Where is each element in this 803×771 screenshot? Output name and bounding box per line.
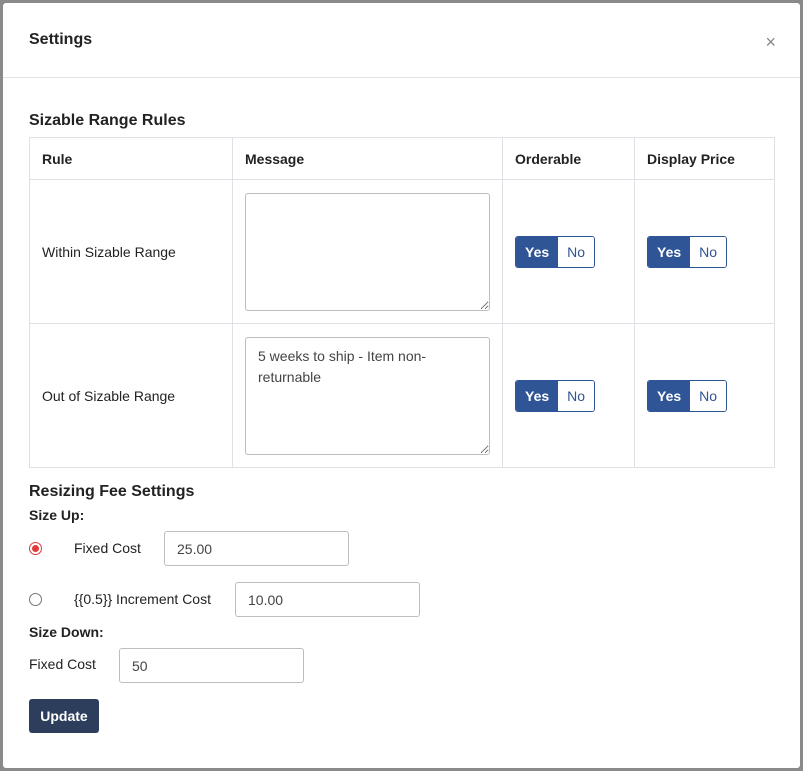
size-down-label: Size Down: bbox=[29, 624, 104, 640]
display-price-yes-button[interactable]: Yes bbox=[648, 236, 691, 267]
orderable-toggle: Yes No bbox=[515, 235, 596, 268]
column-header-message: Message bbox=[232, 137, 503, 180]
update-button[interactable]: Update bbox=[29, 699, 99, 733]
column-header-display-price: Display Price bbox=[634, 137, 775, 180]
orderable-no-button[interactable]: No bbox=[558, 380, 595, 411]
settings-modal: Settings × Sizable Range Rules Rule Mess… bbox=[3, 3, 800, 768]
display-price-no-button[interactable]: No bbox=[690, 380, 727, 411]
display-price-toggle: Yes No bbox=[647, 235, 728, 268]
rule-cell: Out of Sizable Range bbox=[29, 323, 233, 468]
resizing-fee-title: Resizing Fee Settings bbox=[29, 483, 195, 500]
message-cell bbox=[232, 179, 503, 324]
modal-title: Settings bbox=[29, 31, 93, 48]
table-row: Out of Sizable Range 5 weeks to ship - I… bbox=[29, 323, 775, 468]
orderable-cell: Yes No bbox=[502, 179, 635, 324]
message-textarea[interactable]: 5 weeks to ship - Item non-returnable bbox=[245, 336, 490, 455]
display-price-no-button[interactable]: No bbox=[690, 236, 727, 267]
message-textarea[interactable] bbox=[245, 192, 490, 311]
orderable-yes-button[interactable]: Yes bbox=[516, 380, 559, 411]
table-header-row: Rule Message Orderable Display Price bbox=[29, 137, 775, 180]
size-down-fixed-cost-input[interactable] bbox=[119, 648, 304, 683]
display-price-toggle: Yes No bbox=[647, 379, 728, 412]
rule-cell: Within Sizable Range bbox=[29, 179, 233, 324]
fixed-cost-radio[interactable] bbox=[29, 542, 42, 555]
increment-cost-label: {{0.5}} Increment Cost bbox=[74, 591, 211, 607]
sizable-range-table: Rule Message Orderable Display Price Wit… bbox=[29, 137, 775, 468]
size-down-fixed-cost-label: Fixed Cost bbox=[29, 656, 96, 672]
orderable-no-button[interactable]: No bbox=[558, 236, 595, 267]
table-row: Within Sizable Range Yes No Yes No bbox=[29, 179, 775, 324]
orderable-toggle: Yes No bbox=[515, 379, 596, 412]
orderable-yes-button[interactable]: Yes bbox=[516, 236, 559, 267]
orderable-cell: Yes No bbox=[502, 323, 635, 468]
modal-header: Settings × bbox=[3, 3, 800, 78]
increment-cost-input[interactable] bbox=[235, 582, 420, 617]
fixed-cost-input[interactable] bbox=[164, 531, 349, 566]
display-price-cell: Yes No bbox=[634, 323, 775, 468]
display-price-cell: Yes No bbox=[634, 179, 775, 324]
column-header-rule: Rule bbox=[29, 137, 233, 180]
increment-cost-radio[interactable] bbox=[29, 593, 42, 606]
column-header-orderable: Orderable bbox=[502, 137, 635, 180]
size-up-label: Size Up: bbox=[29, 507, 85, 523]
message-cell: 5 weeks to ship - Item non-returnable bbox=[232, 323, 503, 468]
display-price-yes-button[interactable]: Yes bbox=[648, 380, 691, 411]
fixed-cost-label: Fixed Cost bbox=[74, 540, 141, 556]
close-icon[interactable]: × bbox=[765, 33, 776, 51]
sizable-range-title: Sizable Range Rules bbox=[29, 112, 186, 129]
